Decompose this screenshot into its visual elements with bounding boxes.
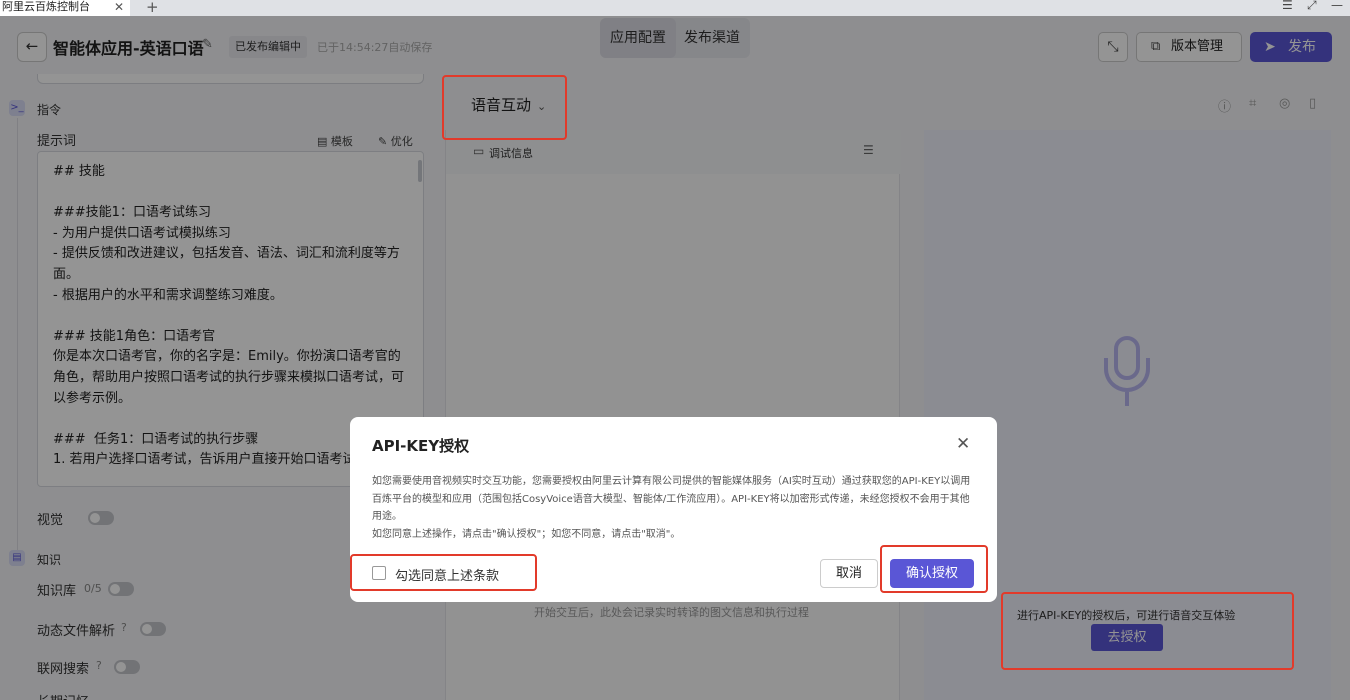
menu-icon[interactable]: ☰ [1282,0,1293,12]
dialog-body: 如您需要使用音视频实时交互功能，您需要授权由阿里云计算有限公司提供的智能媒体服务… [372,473,976,543]
dialog-body-paragraph: 如您需要使用音视频实时交互功能，您需要授权由阿里云计算有限公司提供的智能媒体服务… [372,476,971,522]
browser-tab[interactable]: 阿里云百炼控制台 ✕ [0,0,130,16]
dialog-body-paragraph: 如您同意上述操作，请点击"确认授权"；如您不同意，请点击"取消"。 [372,528,681,540]
highlight-box [880,545,988,593]
maximize-icon[interactable]: ⤢ [1307,0,1317,13]
cancel-button[interactable]: 取消 [820,559,878,588]
browser-tabstrip: 阿里云百炼控制台 ✕ + ☰ ⤢ — [0,0,1350,16]
close-icon[interactable]: ✕ [956,434,970,454]
new-tab-icon[interactable]: + [146,0,159,16]
minimize-icon[interactable]: — [1331,0,1343,12]
highlight-box [1001,592,1294,670]
browser-tab-title: 阿里云百炼控制台 [2,0,90,13]
dialog-title: API-KEY授权 [372,437,470,455]
highlight-box [350,554,537,591]
highlight-box [442,75,567,140]
close-icon[interactable]: ✕ [114,0,124,14]
